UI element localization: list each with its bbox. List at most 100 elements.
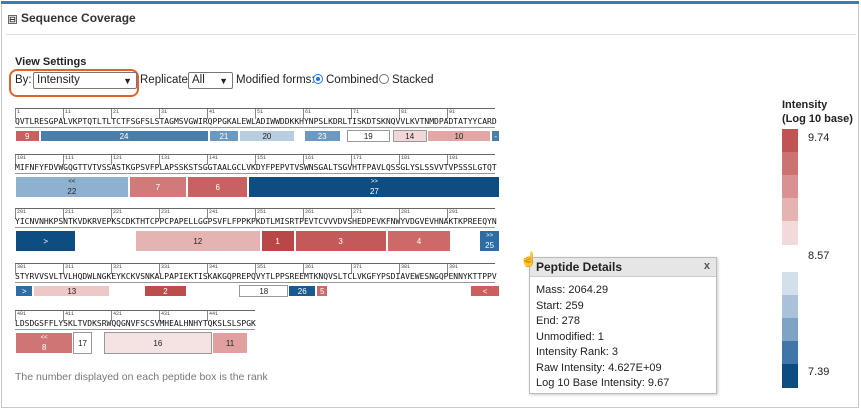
legend-title: Intensity (Log 10 base) <box>782 98 853 126</box>
peptide-box[interactable]: 13 <box>33 285 111 297</box>
peptide-rank: - <box>494 131 498 141</box>
legend-title-line1: Intensity <box>782 99 828 111</box>
hand-cursor-icon: ☝ <box>520 251 538 267</box>
ruler-tick-label: 391 <box>449 264 459 270</box>
view-settings-title: View Settings <box>15 56 87 68</box>
replicate-label: Replicate: <box>140 74 192 86</box>
ruler-tick-label: 151 <box>257 155 267 161</box>
ruler-tick-label: 411 <box>65 311 75 317</box>
ruler-tick-label: 251 <box>257 209 267 215</box>
tooltip-end: End: 278 <box>536 315 581 327</box>
combined-option[interactable]: Combined <box>313 74 378 86</box>
by-select[interactable]: Intensity ▼ <box>33 72 137 89</box>
close-icon[interactable]: x <box>704 260 710 272</box>
collapse-icon[interactable]: ⊟ <box>8 15 17 24</box>
ruler-tick-label: 371 <box>353 264 363 270</box>
peptide-box[interactable]: > <box>15 285 34 297</box>
peptide-rank: > <box>43 236 49 246</box>
peptide-box[interactable]: 20 <box>239 130 295 142</box>
ruler-tick-label: 31 <box>161 109 168 115</box>
tooltip-mass: Mass: 2064.29 <box>536 284 609 296</box>
ruler-tick-label: 191 <box>449 155 459 161</box>
peptide-box[interactable]: 26 <box>288 285 317 297</box>
peptide-box[interactable]: 17 <box>73 332 92 354</box>
peptide-rank: 22 <box>67 187 77 196</box>
tooltip-log-intensity: Log 10 Base Intensity: 9.67 <box>536 377 670 389</box>
ruler-tick-label: 271 <box>353 209 363 215</box>
legend-min-label: 7.39 <box>808 366 830 378</box>
ruler-tick-label: 341 <box>209 264 219 270</box>
ruler-tick-label: 211 <box>65 209 75 215</box>
legend-blue-swatch-0 <box>782 272 798 296</box>
peptide-box[interactable]: 14 <box>392 130 427 142</box>
legend-blue-swatch-4 <box>782 364 798 388</box>
ruler-tick-label: 51 <box>257 109 264 115</box>
chevron-down-icon: ▼ <box>219 76 228 86</box>
peptide-box[interactable]: 2 <box>144 285 188 297</box>
ruler-tick-label: 421 <box>113 311 123 317</box>
replicate-select[interactable]: All ▼ <box>188 72 233 89</box>
peptide-box[interactable]: 19 <box>346 130 390 142</box>
legend-red-swatch-4 <box>782 221 798 245</box>
peptide-box[interactable]: 21 <box>208 130 240 142</box>
sequence-text: QVTLRESGPALVKPTQTLTLTCTFSGFSLSTAGMSVGWIR… <box>15 117 497 128</box>
peptide-rank: 7 <box>155 182 161 192</box>
peptide-box[interactable]: 16 <box>104 332 212 354</box>
sequence-text: MIFNFYFDVWGQGTTVTVSSASTKGPSVFPLAPSSKSTSG… <box>15 163 497 174</box>
ruler-tick-label: 261 <box>305 209 315 215</box>
peptide-box[interactable]: 3 <box>294 230 387 252</box>
ruler-tick-label: 161 <box>305 155 315 161</box>
ruler-tick-label: 331 <box>161 264 171 270</box>
peptide-box[interactable]: << 22 <box>15 176 129 198</box>
peptide-box[interactable]: 24 <box>39 130 209 142</box>
peptide-box[interactable]: >> 27 <box>248 176 501 198</box>
ruler-tick-label: 181 <box>401 155 411 161</box>
tooltip-body: Mass: 2064.29 Start: 259 End: 278 Unmodi… <box>530 277 716 398</box>
peptide-rank: 23 <box>317 131 327 141</box>
peptide-box[interactable]: 5 <box>316 285 329 297</box>
peptide-box[interactable]: 10 <box>426 130 492 142</box>
tooltip-unmodified: Unmodified: 1 <box>536 330 604 343</box>
ruler-tick-label: 441 <box>209 311 219 317</box>
ruler-tick-label: 351 <box>257 264 267 270</box>
peptide-box[interactable]: > <box>15 230 77 252</box>
legend-red-swatch-0 <box>782 129 798 153</box>
chevron-down-icon: ▼ <box>123 76 132 86</box>
peptide-box[interactable]: 12 <box>134 230 261 252</box>
peptide-box[interactable]: 6 <box>187 176 249 198</box>
peptide-arrow: >> <box>370 179 378 185</box>
panel-title[interactable]: ⊟ Sequence Coverage <box>8 11 136 25</box>
peptide-box[interactable]: 18 <box>239 285 289 297</box>
peptide-box[interactable]: 7 <box>128 176 188 198</box>
legend-mid-label: 8.57 <box>808 250 830 262</box>
peptide-box[interactable]: >> 25 <box>478 230 501 252</box>
peptide-rank: > <box>21 286 27 296</box>
peptide-rank: 16 <box>153 338 163 348</box>
peptide-box[interactable]: 4 <box>386 230 452 252</box>
peptide-box[interactable]: 23 <box>303 130 341 142</box>
peptide-box[interactable]: - <box>491 130 501 142</box>
peptide-rank: 27 <box>369 187 379 196</box>
stacked-option[interactable]: Stacked <box>379 74 434 86</box>
modified-forms-label: Modified forms: <box>236 74 315 86</box>
tooltip-title: Peptide Details <box>536 260 623 274</box>
peptide-rank: 19 <box>363 131 373 141</box>
peptide-rank: 5 <box>319 286 325 296</box>
replicate-select-value: All <box>192 74 205 86</box>
peptide-box[interactable]: < <box>469 285 501 297</box>
peptide-box[interactable]: << 8 <box>15 332 74 354</box>
peptide-box[interactable]: 9 <box>15 130 40 142</box>
peptide-details-tooltip: Peptide Details x Mass: 2064.29 Start: 2… <box>529 257 717 394</box>
peptide-rank: 26 <box>297 286 307 296</box>
ruler-tick-label: 401 <box>17 311 27 317</box>
peptide-box[interactable]: 1 <box>260 230 295 252</box>
combined-radio[interactable] <box>313 74 323 84</box>
peptide-box[interactable]: 11 <box>211 332 249 354</box>
peptide-arrow: << <box>40 335 48 341</box>
ruler-tick-label: 381 <box>401 264 411 270</box>
ruler-tick-label: 241 <box>209 209 219 215</box>
ruler-tick-label: 121 <box>113 155 123 161</box>
ruler-tick-label: 281 <box>401 209 411 215</box>
stacked-radio[interactable] <box>379 74 389 84</box>
legend-blue-swatch-2 <box>782 318 798 342</box>
